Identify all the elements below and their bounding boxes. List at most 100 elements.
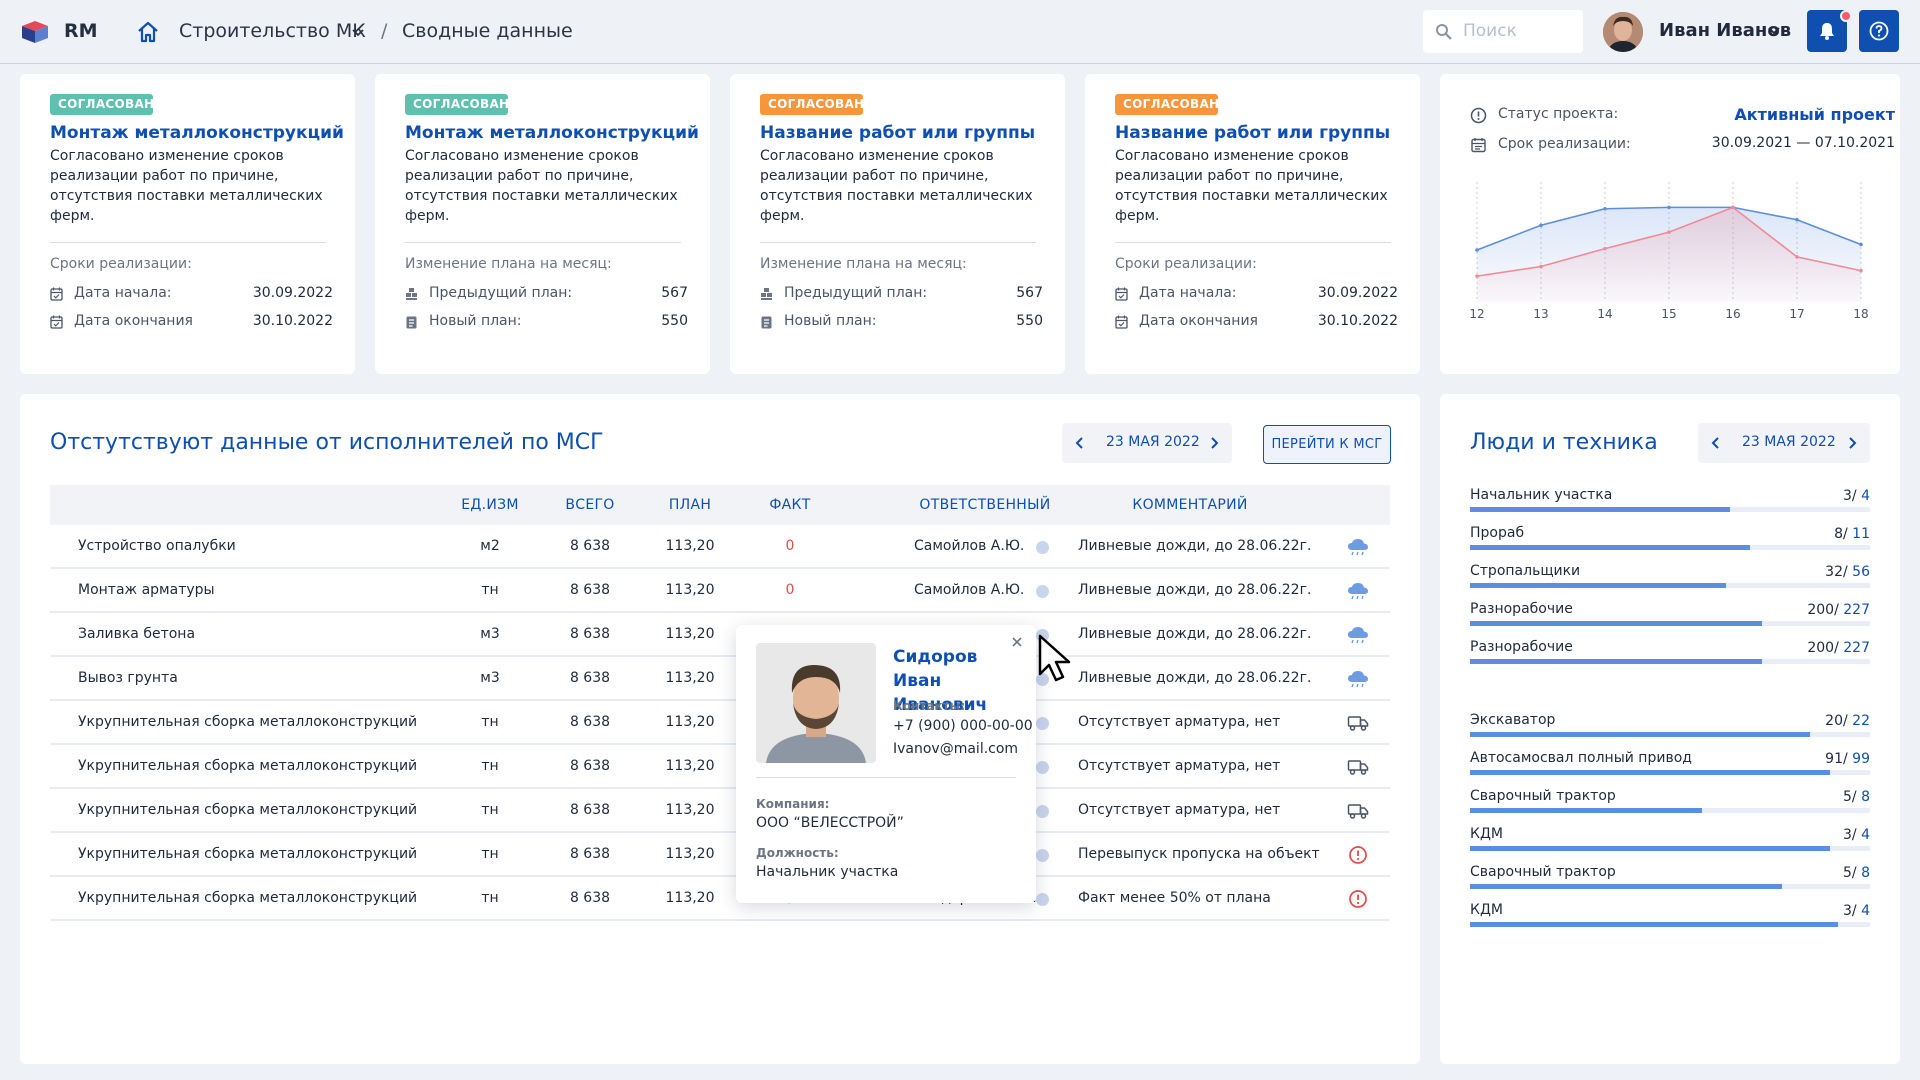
chart-point[interactable] [1603, 246, 1607, 251]
card-section-label: Сроки реализации: [1115, 256, 1257, 272]
chart-point[interactable] [1795, 255, 1799, 259]
table-row[interactable]: Монтаж арматуры тн 8 638 113,20 0 Самойлов А.… [50, 569, 1390, 613]
chevron-down-icon[interactable] [352, 27, 364, 37]
column-header-responsible[interactable]: ОТВЕТСТВЕННЫЙ [910, 497, 1060, 513]
resource-label: Автосамосвал полный привод [1470, 750, 1692, 766]
project-status-label: Статус проекта: [1498, 106, 1619, 122]
chart-point[interactable] [1539, 264, 1543, 269]
search-input[interactable] [1463, 21, 1573, 41]
chart-point[interactable] [1667, 205, 1671, 210]
chart-point[interactable] [1603, 206, 1607, 211]
info-icon[interactable] [1036, 761, 1049, 774]
table-row[interactable]: Заливка бетона м3 8 638 113,20 Ливневые дожд… [50, 613, 1390, 657]
top-bar: RM Строительство МК / Сводные данные Ива… [0, 0, 1920, 64]
person-email[interactable]: Ivanov@mail.com [893, 741, 1018, 757]
column-header-fact[interactable]: ФАКТ [750, 497, 830, 513]
card-row-value: 30.09.2022 [252, 285, 333, 301]
table-row[interactable]: Укрупнительная сборка металлоконструкций… [50, 877, 1390, 921]
info-icon[interactable] [1036, 585, 1049, 598]
table-date[interactable]: 23 МАЯ 2022 [1106, 434, 1200, 450]
person-company: ООО “ВЕЛЕССТРОЙ” [756, 815, 904, 831]
chart-point[interactable] [1859, 268, 1863, 273]
comment-cell: Ливневые дожди, до 28.06.22г. [1078, 626, 1312, 642]
total-cell: 8 638 [569, 890, 611, 906]
chart-point[interactable] [1667, 230, 1671, 234]
info-icon[interactable] [1036, 849, 1049, 862]
chevron-right-icon[interactable] [1844, 435, 1860, 451]
go-to-msg-button[interactable]: ПЕРЕЙТИ К МСГ [1263, 425, 1391, 464]
info-icon[interactable] [1036, 805, 1049, 818]
chart-point[interactable] [1795, 217, 1799, 222]
resource-progress-fill [1470, 507, 1730, 512]
table-row[interactable]: Устройство опалубки м2 8 638 113,20 0 Самойло… [50, 525, 1390, 569]
approval-card[interactable]: СОГЛАСОВАНО Монтаж металлоконструкций Согл… [20, 74, 355, 374]
resource-progress-bar [1470, 621, 1870, 626]
approval-card[interactable]: СОГЛАСОВАНИЕ Название работ или группы Сог… [1085, 74, 1420, 374]
responsible-cell[interactable]: Самойлов А.Ю. [914, 582, 1024, 598]
table-row[interactable]: Укрупнительная сборка металлоконструкций… [50, 701, 1390, 745]
chart-point[interactable] [1475, 274, 1479, 278]
person-popup: Сидоров Иван Иванович Контакты: +7 (900)… [736, 625, 1036, 903]
approval-card[interactable]: СОГЛАСОВАНИЕ Название работ или группы Сог… [730, 74, 1065, 374]
table-row[interactable]: Вывоз грунта м3 8 638 113,20 Ливневые дожди,… [50, 657, 1390, 701]
resource-progress-bar [1470, 846, 1870, 851]
chevron-down-icon[interactable] [1768, 25, 1780, 35]
home-icon[interactable] [136, 20, 160, 44]
responsible-cell[interactable]: Самойлов А.Ю. [914, 538, 1024, 554]
rain-cloud-icon[interactable] [1347, 581, 1369, 601]
card-title[interactable]: Монтаж металлоконструкций [405, 123, 699, 143]
card-title[interactable]: Название работ или группы [1115, 123, 1390, 143]
rain-cloud-icon[interactable] [1347, 625, 1369, 645]
truck-icon[interactable] [1347, 713, 1369, 733]
card-row: Дата окончания 30.10.2022 [50, 312, 333, 332]
user-avatar[interactable] [1603, 12, 1643, 52]
truck-icon[interactable] [1347, 801, 1369, 821]
resource-value: 200 [1807, 602, 1835, 618]
info-icon[interactable] [1036, 717, 1049, 730]
close-icon[interactable] [1010, 635, 1024, 649]
alert-icon[interactable] [1347, 845, 1369, 865]
column-header-comment[interactable]: КОММЕНТАРИЙ [1090, 497, 1290, 513]
alert-icon[interactable] [1347, 889, 1369, 909]
chevron-right-icon[interactable] [1206, 435, 1222, 451]
status-badge: СОГЛАСОВАНО [405, 94, 508, 115]
chart-point[interactable] [1859, 242, 1863, 247]
help-button[interactable] [1859, 10, 1899, 52]
plan-cell: 113,20 [665, 758, 715, 774]
total-cell: 8 638 [569, 846, 611, 862]
chevron-left-icon[interactable] [1072, 435, 1088, 451]
table-row[interactable]: Укрупнительная сборка металлоконструкций… [50, 745, 1390, 789]
position-label: Должность: [756, 846, 839, 860]
approval-card[interactable]: СОГЛАСОВАНО Монтаж металлоконструкций Согл… [375, 74, 710, 374]
column-header-plan[interactable]: ПЛАН [650, 497, 730, 513]
resource-label: Экскаватор [1470, 712, 1556, 728]
table-row[interactable]: Укрупнительная сборка металлоконструкций… [50, 833, 1390, 877]
resource-count: 200/ 227 [1807, 640, 1870, 656]
chart-point[interactable] [1539, 223, 1543, 228]
rain-cloud-icon[interactable] [1347, 669, 1369, 689]
card-title[interactable]: Название работ или группы [760, 123, 1035, 143]
resource-count: 3/ 4 [1842, 903, 1870, 919]
info-icon[interactable] [1036, 893, 1049, 906]
resource-value: 3 [1842, 903, 1852, 919]
comment-cell: Ливневые дожди, до 28.06.22г. [1078, 670, 1312, 686]
resource-progress-fill [1470, 621, 1762, 626]
search-box[interactable] [1423, 10, 1583, 53]
info-icon[interactable] [1036, 541, 1049, 554]
chart-point[interactable] [1731, 205, 1735, 210]
person-phone[interactable]: +7 (900) 000-00-00 [893, 718, 1033, 734]
people-date[interactable]: 23 МАЯ 2022 [1742, 434, 1836, 450]
logo-text[interactable]: RM [64, 20, 98, 42]
truck-icon[interactable] [1347, 757, 1369, 777]
rain-cloud-icon[interactable] [1347, 537, 1369, 557]
column-header-unit[interactable]: ЕД.ИЗМ [450, 497, 530, 513]
resource-label: Сварочный трактор [1470, 788, 1616, 804]
logo-icon[interactable] [20, 20, 50, 44]
column-header-total[interactable]: ВСЕГО [550, 497, 630, 513]
breadcrumb-project[interactable]: Строительство МК [179, 20, 366, 42]
project-status-card: Статус проекта: Активный проект Срок реа… [1440, 74, 1900, 374]
card-title[interactable]: Монтаж металлоконструкций [50, 123, 344, 143]
chart-point[interactable] [1475, 248, 1479, 252]
table-row[interactable]: Укрупнительная сборка металлоконструкций… [50, 789, 1390, 833]
chevron-left-icon[interactable] [1708, 435, 1724, 451]
